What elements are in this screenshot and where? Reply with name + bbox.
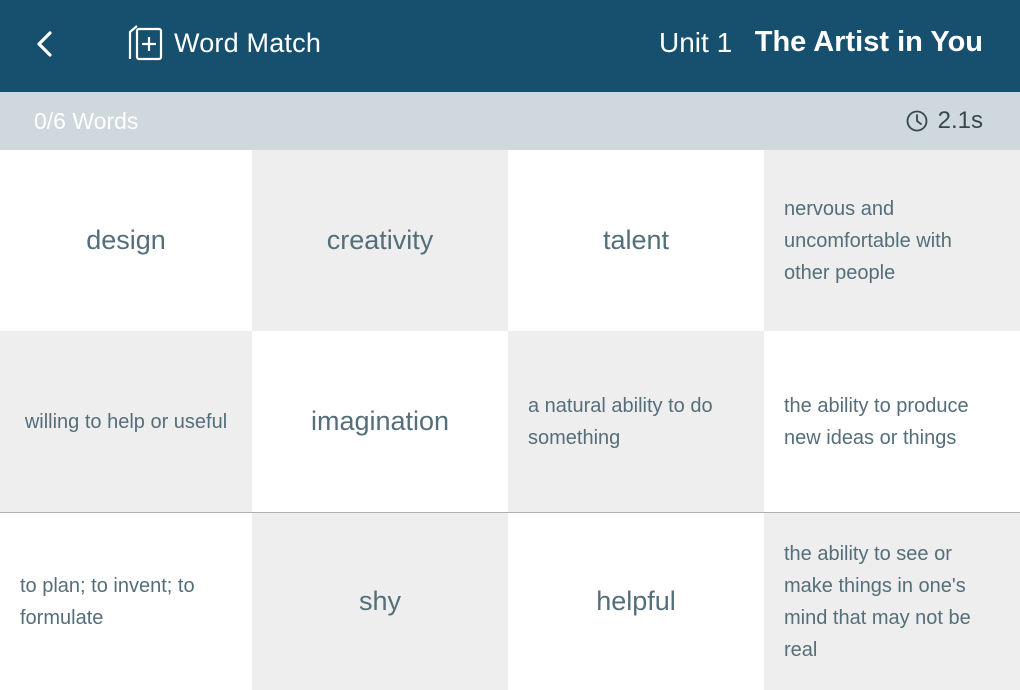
card-design[interactable]: design: [0, 150, 252, 331]
top-bar: Word Match Unit 1 The Artist in You: [0, 0, 1020, 92]
card-definition-talent[interactable]: a natural ability to do something: [508, 331, 764, 512]
card-shy[interactable]: shy: [252, 512, 508, 690]
card-creativity[interactable]: creativity: [252, 150, 508, 331]
card-grid: design creativity talent nervous and unc…: [0, 150, 1020, 690]
add-card-icon: [128, 25, 163, 61]
card-talent[interactable]: talent: [508, 150, 764, 331]
app-title: Word Match: [174, 28, 322, 58]
card-imagination[interactable]: imagination: [252, 331, 508, 512]
unit-title: The Artist in You: [754, 26, 983, 58]
card-definition-creativity[interactable]: the ability to produce new ideas or thin…: [764, 331, 1020, 512]
progress-bar: 0/6 Words 2.1s: [0, 92, 1020, 150]
card-helpful[interactable]: helpful: [508, 512, 764, 690]
word-count: 0/6 Words: [34, 108, 139, 134]
card-definition-shy[interactable]: nervous and uncomfortable with other peo…: [764, 150, 1020, 331]
back-button[interactable]: [30, 24, 62, 64]
unit-label: Unit 1: [659, 27, 733, 58]
card-definition-design[interactable]: to plan; to invent; to formulate: [0, 512, 252, 690]
card-definition-helpful[interactable]: willing to help or useful: [0, 331, 252, 512]
card-definition-imagination[interactable]: the ability to see or make things in one…: [764, 512, 1020, 690]
clock-icon: [906, 110, 928, 132]
chevron-left-icon: [37, 31, 52, 57]
timer: 2.1s: [937, 107, 983, 134]
